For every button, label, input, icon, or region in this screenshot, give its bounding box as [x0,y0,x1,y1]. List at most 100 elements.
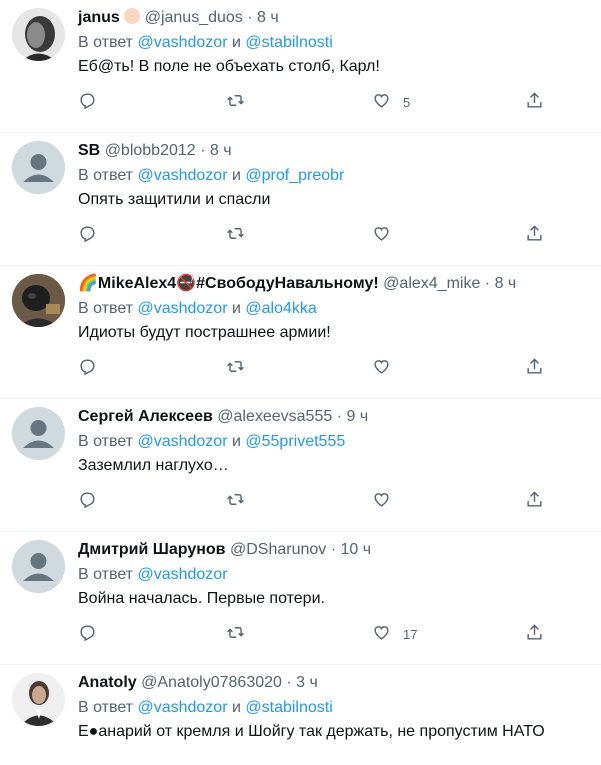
conjunction: и [231,699,241,716]
share-button[interactable] [525,358,544,378]
author-name[interactable]: Anatoly [78,674,137,691]
tweet-text: Е●анарий от кремля и Шойгу так держать, … [78,723,545,740]
tweet[interactable]: 🌈MikeAlex4🚭#СвободуНавальному! @alex4_mi… [0,266,601,399]
tweet-text: Опять защитили и спасли [78,191,271,208]
share-button[interactable] [525,624,544,644]
like-button[interactable] [372,225,403,245]
mention-link[interactable]: @vashdozor [137,167,227,184]
reply-button[interactable] [78,225,97,245]
avatar[interactable] [12,141,65,194]
tweet-time[interactable]: 8 ч [210,142,232,159]
reply-context: В ответ @vashdozor и @alo4kka [78,297,591,321]
reply-button[interactable] [78,491,97,511]
mention-link[interactable]: @alo4kka [245,300,316,317]
retweet-icon [226,224,245,246]
separator: · [330,541,337,558]
fist-emoji-icon [124,8,141,24]
reply-context: В ответ @vashdozor и @stabilnosti [78,696,591,720]
avatar[interactable] [12,274,65,327]
retweet-button[interactable] [226,225,245,245]
conjunction: и [231,34,241,51]
author-handle[interactable]: @DSharunov [230,541,326,558]
reply-icon [78,623,97,645]
share-button[interactable] [525,491,544,511]
tweet[interactable]: Сергей Алексеев @alexeevsa555 · 9 ч В от… [0,399,601,532]
reply-context: В ответ @vashdozor и @prof_preobr [78,164,591,188]
reply-button[interactable] [78,624,97,644]
avatar[interactable] [12,673,65,726]
like-button[interactable] [372,358,403,378]
tweet[interactable]: Дмитрий Шарунов @DSharunov · 10 ч В отве… [0,532,601,665]
heart-icon [372,623,391,645]
reply-icon [78,224,97,246]
mention-link[interactable]: @stabilnosti [245,34,332,51]
like-button[interactable]: 17 [372,624,417,644]
retweet-icon [226,91,245,113]
retweet-button[interactable] [226,624,245,644]
like-button[interactable]: 5 [372,92,410,112]
avatar[interactable] [12,8,65,61]
reply-button[interactable] [78,92,97,112]
author-name[interactable]: Сергей Алексеев [78,408,213,425]
author-name[interactable]: Дмитрий Шарунов [78,541,226,558]
tweet-text: Война началась. Первые потери. [78,590,325,607]
reply-context: В ответ @vashdozor и @stabilnosti [78,31,591,55]
author-handle[interactable]: @blobb2012 [105,142,196,159]
tweet-text: Идиоты будут пострашнее армии! [78,324,331,341]
tweet-actions [78,225,548,245]
avatar[interactable] [12,540,65,593]
mention-link[interactable]: @vashdozor [137,300,227,317]
conjunction: и [231,433,241,450]
retweet-button[interactable] [226,358,245,378]
share-icon [525,357,544,379]
share-icon [525,490,544,512]
retweet-icon [226,623,245,645]
share-icon [525,224,544,246]
separator: · [484,275,491,292]
mention-link[interactable]: @vashdozor [137,566,227,583]
tweet-time[interactable]: 3 ч [296,674,318,691]
retweet-button[interactable] [226,491,245,511]
reply-button[interactable] [78,358,97,378]
share-icon [525,91,544,113]
like-count: 17 [403,626,418,642]
author-name[interactable]: janus [78,9,120,26]
share-button[interactable] [525,92,544,112]
reply-prefix: В ответ [78,167,134,184]
like-button[interactable] [372,491,403,511]
tweet-actions [78,358,548,378]
tweet-time[interactable]: 8 ч [495,275,517,292]
heart-icon [372,357,391,379]
author-handle[interactable]: @alexeevsa555 [217,408,332,425]
heart-icon [372,91,391,113]
mention-link[interactable]: @vashdozor [137,699,227,716]
retweet-button[interactable] [226,92,245,112]
mention-link[interactable]: @55privet555 [245,433,345,450]
author-handle[interactable]: @janus_duos [145,9,243,26]
author-name[interactable]: SB [78,142,100,159]
tweet-time[interactable]: 8 ч [257,9,279,26]
mention-link[interactable]: @vashdozor [137,34,227,51]
reply-prefix: В ответ [78,34,134,51]
separator: · [200,142,206,159]
tweet[interactable]: Anatoly @Anatoly07863020 · 3 ч В ответ @… [0,665,601,765]
heart-icon [372,224,391,246]
reply-context: В ответ @vashdozor [78,563,591,587]
mention-link[interactable]: @vashdozor [137,433,227,450]
tweet-time[interactable]: 10 ч [341,541,372,558]
tweet-time[interactable]: 9 ч [346,408,368,425]
tweet[interactable]: janus @janus_duos · 8 ч В ответ @vashdoz… [0,0,601,133]
mention-link[interactable]: @prof_preobr [245,167,344,184]
mention-link[interactable]: @stabilnosti [245,699,332,716]
conjunction: и [231,167,241,184]
tweet[interactable]: SB @blobb2012 · 8 ч В ответ @vashdozor и… [0,133,601,266]
author-handle[interactable]: @Anatoly07863020 [141,674,282,691]
author-name[interactable]: 🌈MikeAlex4🚭#СвободуНавальному! [78,275,379,292]
reply-icon [78,490,97,512]
share-button[interactable] [525,225,544,245]
reply-context: В ответ @vashdozor и @55privet555 [78,430,591,454]
separator: · [286,674,292,691]
avatar[interactable] [12,407,65,460]
tweet-actions: 17 [78,624,548,644]
author-handle[interactable]: @alex4_mike [383,275,480,292]
